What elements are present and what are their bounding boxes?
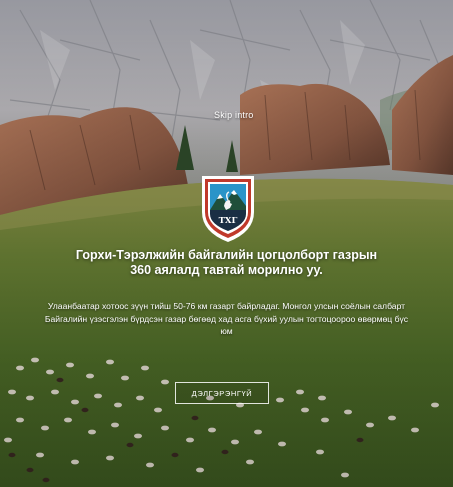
page-title: Горхи-Тэрэлжийн байгалийн цогцолборт газ…	[50, 248, 403, 278]
hero-description: Улаанбаатар хотоос зүүн тийш 50-76 км га…	[44, 301, 409, 336]
logo-text: ТХГ	[219, 216, 238, 226]
hero-overlay: Skip intro ТХГ Горхи-Тэрэлжийн байгалийн…	[0, 0, 453, 487]
headline-line-2: 360 аялалд тавтай морилно уу.	[130, 263, 323, 277]
skip-intro-link[interactable]: Skip intro	[214, 110, 254, 120]
more-details-button[interactable]: ДЭЛГЭРЭНГҮЙ	[175, 382, 269, 404]
mountain-ibex-emblem-icon: ТХГ	[202, 176, 254, 242]
headline-line-1: Горхи-Тэрэлжийн байгалийн цогцолборт газ…	[75, 248, 378, 262]
